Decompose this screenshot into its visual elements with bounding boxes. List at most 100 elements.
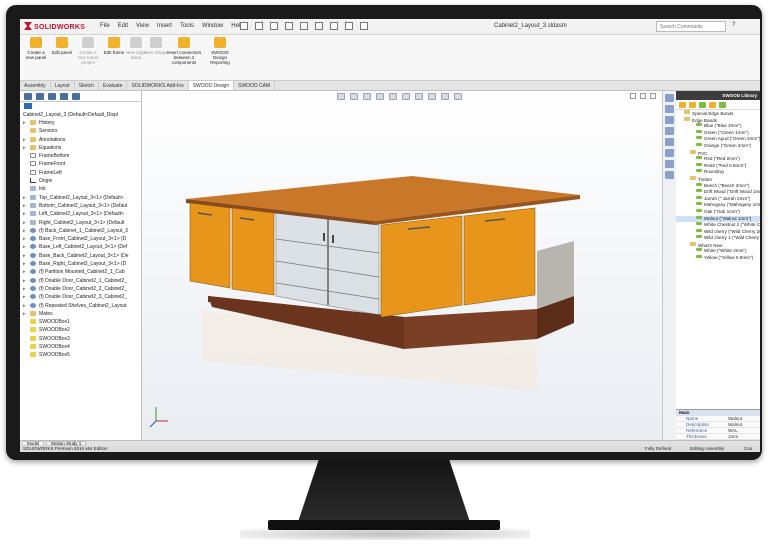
library-item[interactable]: Red ("Red 2mm") (676, 156, 760, 163)
tree-item[interactable]: Sensors (20, 127, 141, 135)
expand-arrow-icon[interactable]: ▸ (23, 136, 26, 144)
tree-item[interactable]: ▸ Base_Front_Cabinet2_Layout_3<1> (D (20, 235, 141, 243)
expand-arrow-icon[interactable]: ▸ (23, 144, 26, 152)
tree-item[interactable]: ▸ Base_Back_Cabinet2_Layout_3<1> (De (20, 252, 141, 260)
create-frame-project-button[interactable]: Create a new frame project (76, 37, 100, 65)
library-item[interactable]: Walnut ("Walnut 1mm") (676, 215, 760, 223)
tree-item[interactable]: ▸ History (20, 119, 141, 127)
appearance-tab-icon[interactable] (72, 93, 80, 100)
save-icon[interactable] (270, 22, 278, 30)
connector-tab-icon[interactable] (719, 102, 726, 108)
tab-sketch[interactable]: Sketch (75, 81, 99, 90)
rebuild-icon[interactable] (330, 22, 338, 30)
tree-item[interactable]: ▸ (f) Double Door_Cabinet2_2_Cabinet2_ (20, 285, 141, 293)
tree-item[interactable]: FrameBottom (20, 152, 141, 160)
tree-item[interactable]: ▸ Mates (20, 310, 141, 318)
tree-item[interactable]: ▸ (f) Double Door_Cabinet2_3_Cabinet2_ (20, 293, 141, 301)
tree-item[interactable]: ▸ (f) Back_Cabinet_1_Cabinet2_Layout_3 (20, 227, 141, 235)
expand-arrow-icon[interactable]: ▸ (23, 210, 26, 218)
tree-item[interactable]: Init (20, 185, 141, 193)
expand-arrow-icon[interactable]: ▸ (23, 302, 26, 310)
tree-item[interactable]: SWOODBox5 (20, 351, 141, 359)
library-item[interactable]: Yellow ("Yellow 0.8mm") (676, 255, 760, 262)
library-item[interactable]: Edge Bands (676, 116, 760, 124)
view-palette-icon[interactable] (665, 138, 674, 146)
tree-item[interactable]: ▸ (f) Double Door_Cabinet2_1_Cabinet2_ (20, 277, 141, 285)
tree-item[interactable]: ▸ Base_Right_Cabinet2_Layout_3<1> (D (20, 260, 141, 268)
library-item[interactable]: Wild cherry ("Wild Cherry 2n (676, 228, 760, 236)
dimxpert-tab-icon[interactable] (60, 93, 68, 100)
library-item[interactable]: White Chestnut 2 ("White Ch (676, 222, 760, 229)
file-explorer-icon[interactable] (665, 127, 674, 135)
appearances-icon[interactable] (665, 149, 674, 157)
library-item[interactable]: Orange ("Green 2mm") (676, 142, 760, 150)
tree-item[interactable]: ▸ Annotations (20, 136, 141, 144)
file-properties-icon[interactable] (345, 22, 353, 30)
library-item[interactable]: Green Apud ("Green 2mm") (676, 136, 760, 143)
tree-item[interactable]: SWOODBox4 (20, 343, 141, 351)
library-item[interactable]: Beech ("Beech 2mm") (676, 182, 760, 190)
expand-arrow-icon[interactable]: ▸ (23, 268, 26, 276)
tree-item[interactable]: FrameLeft (20, 169, 141, 177)
door-right-1[interactable] (380, 215, 463, 318)
panel-type-icon[interactable] (689, 102, 696, 108)
open-icon[interactable] (255, 22, 263, 30)
tree-item[interactable]: ▸ Bottom_Cabinet2_Layout_3<1> (Defaul (20, 202, 141, 210)
expand-arrow-icon[interactable]: ▸ (23, 219, 26, 227)
menu-view[interactable]: View (136, 23, 149, 29)
tree-item[interactable]: ▸ Left_Cabinet2_Layout_3<1> (Default< (20, 210, 141, 218)
library-item[interactable]: Rounding (676, 169, 760, 176)
tree-filter[interactable] (20, 102, 141, 111)
edge-band-tab-icon[interactable] (699, 102, 706, 108)
configuration-tab-icon[interactable] (48, 93, 56, 100)
tree-item[interactable]: SWOODBox1 (20, 318, 141, 326)
status-units[interactable]: Cus (744, 446, 752, 451)
library-item[interactable]: White ("White 2mm") (676, 248, 760, 255)
tab-swood-design[interactable]: SWOOD Design (188, 81, 235, 90)
design-library-icon[interactable] (665, 116, 674, 124)
resources-icon[interactable] (665, 105, 674, 113)
print-icon[interactable] (285, 22, 293, 30)
tab-assembly[interactable]: Assembly (20, 81, 51, 90)
tree-item[interactable]: ▸ Base_Left_Cabinet2_Layout_3<1> (Def (20, 243, 141, 251)
tree-item[interactable]: SWOODBox2 (20, 326, 141, 334)
hardware-icon[interactable] (709, 102, 716, 108)
tab-layout[interactable]: Layout (51, 81, 75, 90)
edit-panel-button[interactable]: Edit panel (50, 37, 74, 55)
tree-item[interactable]: Origin (20, 177, 141, 185)
design-reporting-button[interactable]: SWOOD Design Reporting (206, 37, 234, 65)
expand-arrow-icon[interactable]: ▸ (23, 285, 26, 293)
tree-item[interactable]: SWOODBox3 (20, 335, 141, 343)
library-item[interactable]: Drift Wood ("Drift Wood 1mm (676, 189, 760, 196)
library-item[interactable]: Blue ("Blue 2mm") (676, 123, 760, 130)
feature-tree-tab-icon[interactable] (24, 93, 32, 100)
tab-swood-cam[interactable]: SWOOD CAM (234, 81, 276, 90)
expand-arrow-icon[interactable]: ▸ (23, 235, 26, 243)
custom-properties-icon[interactable] (665, 160, 674, 168)
expand-arrow-icon[interactable]: ▸ (23, 243, 26, 251)
select-icon[interactable] (315, 22, 323, 30)
expand-arrow-icon[interactable]: ▸ (23, 310, 26, 318)
new-shape-button[interactable]: New Shape (144, 37, 168, 55)
home-icon[interactable] (665, 94, 674, 102)
edit-frame-button[interactable]: Edit frame (102, 37, 126, 55)
library-item[interactable]: PVC (676, 149, 760, 157)
property-manager-tab-icon[interactable] (36, 93, 44, 100)
tree-item[interactable]: ▸ Equations (20, 144, 141, 152)
library-item[interactable]: What's New (676, 241, 760, 249)
library-item[interactable]: Wild cherry 1 ("Wild Cherry 1 (676, 235, 760, 242)
tab-addins[interactable]: SOLIDWORKS Add-Ins (127, 81, 189, 90)
tree-item[interactable]: FrameFront (20, 160, 141, 168)
expand-arrow-icon[interactable]: ▸ (23, 194, 26, 202)
library-item[interactable]: Red2 ("Red 0.8mm") (676, 162, 760, 170)
door-right-2[interactable] (463, 207, 536, 306)
library-item[interactable]: Mahogany ("Mahogany 1mm (676, 202, 760, 209)
expand-arrow-icon[interactable]: ▸ (23, 202, 26, 210)
door-left-1[interactable] (189, 202, 231, 289)
new-document-icon[interactable] (240, 22, 248, 30)
menu-file[interactable]: File (100, 23, 110, 29)
material-icon[interactable] (679, 102, 686, 108)
expand-arrow-icon[interactable]: ▸ (23, 277, 26, 285)
menu-tools[interactable]: Tools (180, 23, 194, 29)
tab-evaluate[interactable]: Evaluate (99, 81, 128, 90)
